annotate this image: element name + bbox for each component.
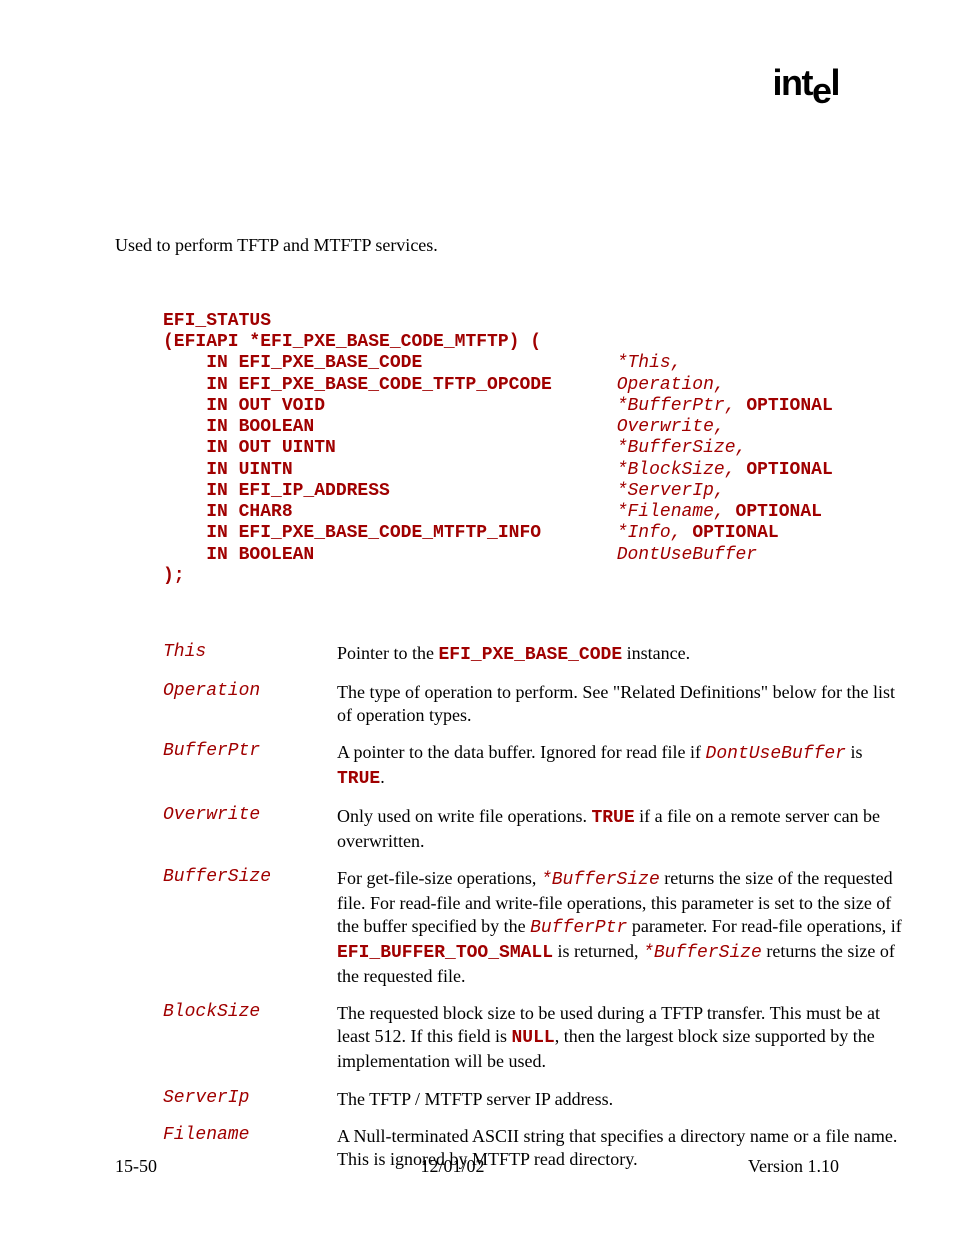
- parameter-row: BufferPtrA pointer to the data buffer. I…: [163, 741, 903, 791]
- parameter-name: BufferSize: [163, 867, 337, 887]
- parameter-table: ThisPointer to the EFI_PXE_BASE_CODE ins…: [163, 642, 903, 1171]
- page-footer: 15-50 12/01/02 Version 1.10: [115, 1156, 839, 1177]
- parameter-row: OperationThe type of operation to perfor…: [163, 681, 903, 727]
- parameter-row: BlockSizeThe requested block size to be …: [163, 1002, 903, 1073]
- footer-date: 12/01/02: [420, 1156, 484, 1177]
- parameter-name: BufferPtr: [163, 741, 337, 761]
- brand-logo: intel: [772, 62, 839, 104]
- parameter-description: The type of operation to perform. See "R…: [337, 681, 903, 727]
- parameter-description: A pointer to the data buffer. Ignored fo…: [337, 741, 903, 791]
- parameter-name: This: [163, 642, 337, 662]
- parameter-row: BufferSizeFor get-file-size operations, …: [163, 867, 903, 988]
- parameter-row: ServerIpThe TFTP / MTFTP server IP addre…: [163, 1088, 903, 1111]
- function-prototype: EFI_STATUS (EFIAPI *EFI_PXE_BASE_CODE_MT…: [163, 311, 844, 587]
- parameter-row: OverwriteOnly used on write file operati…: [163, 805, 903, 853]
- footer-page-number: 15-50: [115, 1156, 157, 1177]
- parameter-name: ServerIp: [163, 1088, 337, 1108]
- footer-version: Version 1.10: [748, 1156, 839, 1177]
- parameter-description: Pointer to the EFI_PXE_BASE_CODE instanc…: [337, 642, 903, 667]
- parameter-row: ThisPointer to the EFI_PXE_BASE_CODE ins…: [163, 642, 903, 667]
- parameter-description: Only used on write file operations. TRUE…: [337, 805, 903, 853]
- parameter-name: Operation: [163, 681, 337, 701]
- parameter-description: The requested block size to be used duri…: [337, 1002, 903, 1073]
- parameter-name: Filename: [163, 1125, 337, 1145]
- parameter-name: Overwrite: [163, 805, 337, 825]
- summary-text: Used to perform TFTP and MTFTP services.: [115, 235, 844, 256]
- parameter-description: For get-file-size operations, *BufferSiz…: [337, 867, 903, 988]
- parameter-name: BlockSize: [163, 1002, 337, 1022]
- parameter-description: The TFTP / MTFTP server IP address.: [337, 1088, 903, 1111]
